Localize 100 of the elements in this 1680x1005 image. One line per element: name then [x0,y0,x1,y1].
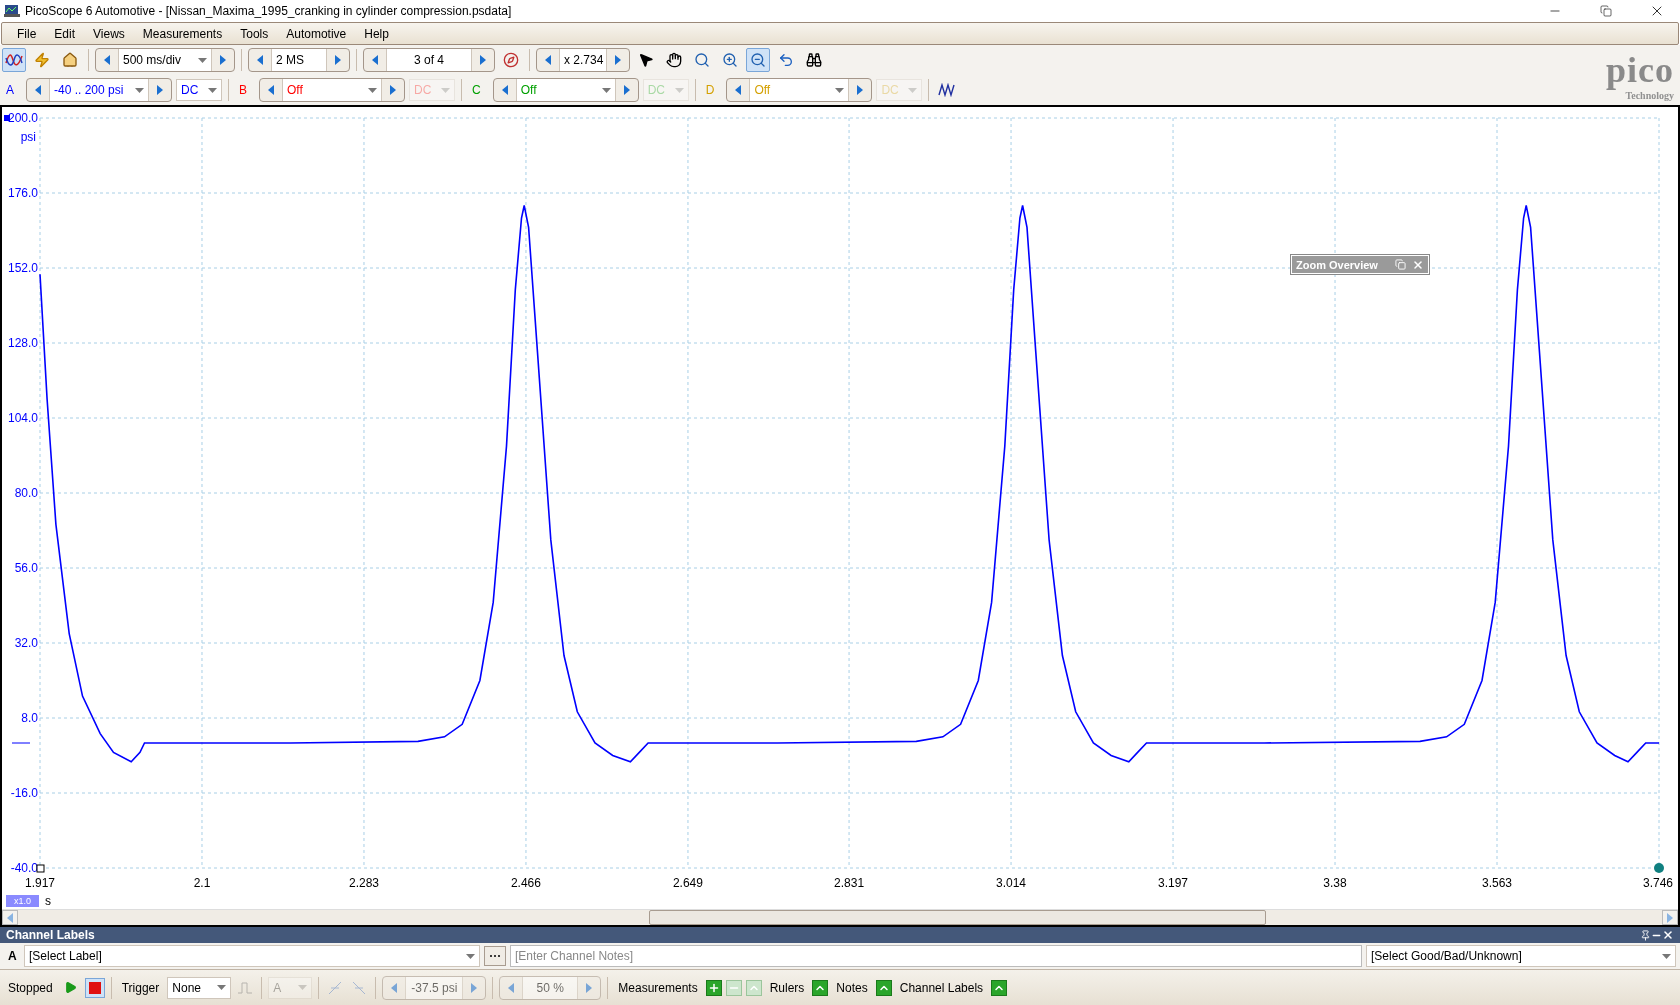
range-control[interactable]: Off [259,78,406,102]
value-field[interactable]: Off [282,79,383,101]
pin-icon[interactable] [1640,929,1651,941]
waveform-icon [5,53,23,67]
left-arrow-icon [508,982,515,993]
plus-icon [707,981,720,994]
restore-icon[interactable] [1395,259,1406,270]
ruler-handle-icon [36,864,45,873]
x-axis-label: 2.649 [672,876,703,890]
dropdown-caret-icon [674,87,684,93]
y-unit-label: psi [20,130,36,144]
trigger-mode-dropdown[interactable]: None [167,976,232,999]
timebase-control[interactable]: 500 ms/div [95,48,235,72]
panel-toggle-label: Notes [835,980,869,995]
panel-title: Channel Labels [6,928,96,942]
rising-edge-icon [328,980,343,995]
pointer-icon [638,52,654,68]
y-axis-label: 200.0 [7,111,38,125]
value-field[interactable]: Off [515,79,616,101]
channel-button[interactable]: A [2,83,22,97]
hand-icon [666,52,682,68]
dropdown-caret-icon [908,87,918,93]
y-axis-label: 104.0 [7,411,38,425]
menu-item[interactable]: Tools [231,26,278,41]
menu-item[interactable]: Views [84,26,134,41]
right-arrow-icon [220,55,226,65]
channel-marker-icon [4,115,10,121]
range-control[interactable]: Off [492,78,639,102]
left-arrow-icon [391,982,398,993]
panel-toggle-button[interactable] [991,979,1008,996]
y-axis-label: 80.0 [14,486,38,500]
value-field[interactable]: -40 .. 200 psi [49,79,149,101]
logo-wordmark: pico [1606,49,1674,90]
x-axis-label: 3.197 [1158,876,1189,890]
rating-dropdown[interactable]: [Select Good/Bad/Unknown] [1366,945,1676,967]
falling-edge-icon [352,980,367,995]
right-arrow-icon [335,55,341,65]
right-arrow-icon [157,85,163,95]
home-icon [62,52,78,68]
right-arrow-icon [390,85,397,95]
undo-icon [778,52,794,68]
value-field[interactable]: 500 ms/div [118,49,212,71]
close-icon[interactable] [1662,929,1674,941]
binoculars-icon [806,52,822,68]
x-axis-label: 3.746 [1643,876,1673,890]
zoom-icon [694,52,710,68]
menu-item[interactable]: Measurements [133,26,232,41]
left-arrow-icon [268,85,275,95]
menu-item[interactable]: File [8,26,46,41]
value-field[interactable]: x 2.734 [559,49,607,71]
dropdown-caret-icon [601,87,611,93]
dropdown-caret-icon [135,87,144,93]
coupling-dropdown[interactable]: DC [176,79,222,101]
app-icon [4,4,20,18]
zoom-control[interactable]: x 2.734 [536,48,630,72]
value-field[interactable]: 3 of 4 [386,49,472,71]
scroll-thumb[interactable] [649,910,1266,925]
toolbar-button[interactable] [2,48,26,72]
right-arrow-icon [1667,912,1673,923]
y-axis-label: -16.0 [10,786,38,800]
right-arrow-icon [586,982,593,993]
left-arrow-icon [7,912,13,923]
x-axis-label: 3.563 [1482,876,1513,890]
menu-item[interactable]: Help [355,26,398,41]
value-field[interactable]: 2 MS [271,49,327,71]
panel-toggle-button[interactable] [705,979,722,996]
right-arrow-icon [623,85,630,95]
stop-button[interactable] [84,977,105,998]
dropdown-caret-icon [217,985,227,990]
buffer-control[interactable]: 3 of 4 [363,48,495,72]
zero-marker [11,742,31,744]
zoom-out-icon [750,52,766,68]
x-axis-label: 2.831 [834,876,865,890]
compass-icon [503,52,519,68]
waveform-icon [938,83,957,97]
left-arrow-icon [372,55,378,65]
x-axis-label: 2.283 [348,876,379,890]
y-axis-label: 128.0 [7,336,38,350]
menu-item[interactable]: Edit [45,26,85,41]
panel-toggle-button[interactable] [875,979,892,996]
horizontal-scrollbar[interactable] [2,909,1678,925]
dropdown-caret-icon [368,87,378,93]
more-button[interactable] [484,946,506,966]
logo-tagline: Technology [1625,89,1674,101]
label-dropdown[interactable]: [Select Label] [24,945,480,967]
left-arrow-icon [735,85,742,95]
right-arrow-icon [857,85,864,95]
restore-icon [1600,5,1612,17]
samples-control[interactable]: 2 MS [248,48,350,72]
channel-button[interactable]: B [235,83,256,97]
right-arrow-icon [471,982,478,993]
y-axis-label: 152.0 [7,261,38,275]
notes-field[interactable]: [Enter Channel Notes] [510,945,1362,967]
right-arrow-icon [480,55,486,65]
x-axis-label: 2.466 [510,876,541,890]
range-control[interactable]: -40 .. 200 psi [26,78,172,102]
menu-item[interactable]: Automotive [277,26,356,41]
panel-toggle-label: Measurements [617,980,699,995]
x-unit-label: s [45,894,51,908]
panel-toggle-button[interactable] [812,979,829,996]
